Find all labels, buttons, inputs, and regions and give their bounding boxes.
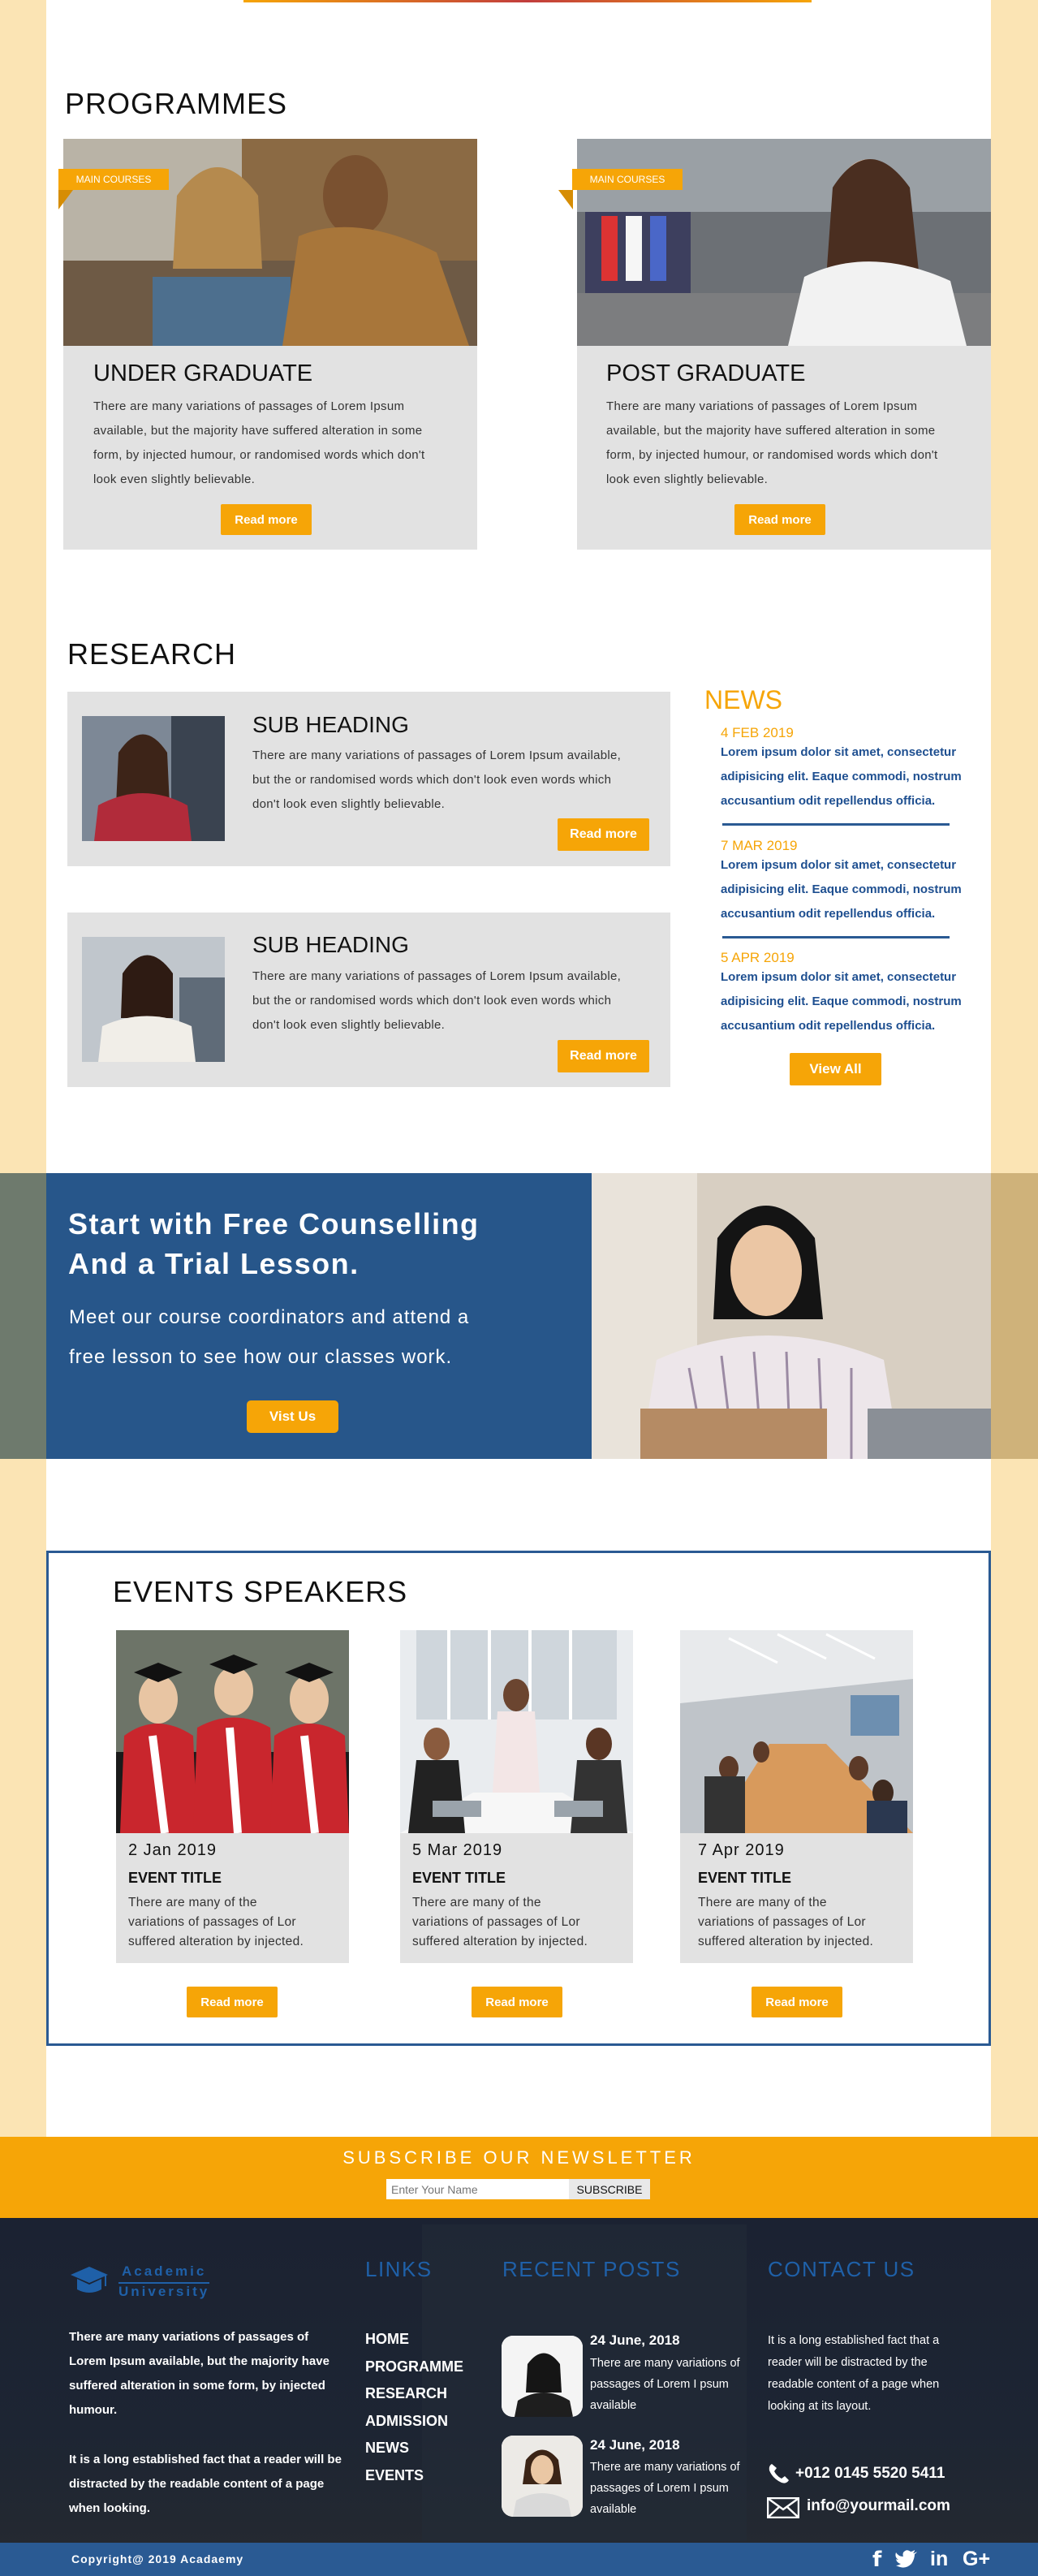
twitter-icon[interactable] [895,2549,918,2569]
event-photo-graduates [116,1630,349,1833]
news-text-3[interactable]: Lorem ipsum dolor sit amet, consectetur … [721,965,964,1038]
recent-posts-title: RECENT POSTS [502,2257,681,2281]
contact-text: It is a long established fact that a rea… [768,2334,940,2413]
footer-link-news[interactable]: NEWS [365,2440,409,2457]
event-text-3b: variations of passages of Lor [698,1915,866,1929]
view-all-button[interactable]: View All [790,1053,881,1085]
footer-about-2: It is a long established fact that a rea… [69,2453,342,2515]
news-text-1[interactable]: Lorem ipsum dolor sit amet, consectetur … [721,740,964,813]
counselling-text-line1: Meet our course coordinators and attend … [69,1306,470,1328]
recent-post-text-2: There are many variations of passages of… [590,2461,740,2516]
news-divider [722,936,950,938]
event-read-more-button-1[interactable]: Read more [187,1987,278,2017]
subscribe-button[interactable]: SUBSCRIBE [569,2179,650,2199]
under-graduate-read-more-button[interactable]: Read more [221,504,312,535]
counselling-photo [592,1173,991,1459]
news-date-1: 4 FEB 2019 [721,725,794,740]
under-graduate-title: UNDER GRADUATE [93,360,313,386]
research-read-more-button-2[interactable]: Read more [558,1040,649,1072]
news-date-2: 7 MAR 2019 [721,838,798,853]
programmes-title: PROGRAMMES [65,87,288,120]
recent-post-photo-2[interactable] [502,2436,583,2517]
event-date-3: 7 Apr 2019 [698,1841,785,1859]
research-sub-heading-1: SUB HEADING [252,712,409,737]
news-date-3: 5 APR 2019 [721,950,795,965]
recent-post-date-2: 24 June, 2018 [590,2437,680,2453]
contact-phone[interactable]: +012 0145 5520 5411 [795,2465,945,2483]
google-plus-icon[interactable]: G+ [963,2548,990,2571]
research-text-2: There are many variations of passages of… [252,969,622,1032]
footer-link-admission[interactable]: ADMISSION [365,2413,448,2430]
research-photo-1 [82,716,225,841]
event-text-2c: suffered alteration by injected. [412,1935,588,1948]
research-read-more-button-1[interactable]: Read more [558,818,649,851]
newsletter-title: SUBSCRIBE OUR NEWSLETTER [342,2147,696,2168]
email-icon [766,2496,800,2519]
recent-post-text-1: There are many variations of passages of… [590,2357,740,2412]
counselling-heading-line2: And a Trial Lesson. [68,1247,360,1280]
under-graduate-text: There are many variations of passages of… [93,399,425,486]
event-date-2: 5 Mar 2019 [412,1841,503,1859]
event-text-3a: There are many of the [698,1896,827,1909]
research-title: RESEARCH [67,637,237,671]
counselling-text-line2: free lesson to see how our classes work. [69,1346,453,1368]
event-date-1: 2 Jan 2019 [128,1841,217,1859]
event-text-1a: There are many of the [128,1896,257,1909]
links-title: LINKS [365,2257,433,2281]
main-courses-tag: MAIN COURSES [58,169,169,190]
post-graduate-title: POST GRADUATE [606,360,806,386]
event-text-1c: suffered alteration by injected. [128,1935,304,1948]
research-photo-2 [82,937,225,1062]
logo-icon [69,2265,110,2298]
counselling-heading-line1: Start with Free Counselling [68,1207,480,1241]
event-title-3: EVENT TITLE [698,1870,792,1886]
news-text-2[interactable]: Lorem ipsum dolor sit amet, consectetur … [721,853,964,926]
research-sub-heading-2: SUB HEADING [252,932,409,957]
counselling-banner-right-fade [991,1173,1038,1459]
logo-line1: Academic [122,2263,207,2279]
footer-link-home[interactable]: HOME [365,2331,409,2348]
event-text-3c: suffered alteration by injected. [698,1935,874,1948]
event-photo-meeting [400,1630,633,1833]
top-color-strip [243,0,812,2]
event-title-2: EVENT TITLE [412,1870,506,1886]
logo-line2: University [118,2282,210,2299]
event-text-2b: variations of passages of Lor [412,1915,580,1929]
phone-icon [767,2462,791,2485]
linkedin-icon[interactable]: in [930,2548,948,2571]
event-read-more-button-2[interactable]: Read more [472,1987,562,2017]
post-graduate-text: There are many variations of passages of… [606,399,938,486]
footer-link-research[interactable]: RESEARCH [365,2385,447,2402]
event-title-1: EVENT TITLE [128,1870,222,1886]
facebook-icon[interactable]: f [872,2548,881,2572]
post-graduate-read-more-button[interactable]: Read more [734,504,825,535]
tag-fold [58,190,73,209]
recent-post-date-1: 24 June, 2018 [590,2332,680,2348]
tag-fold [558,190,573,209]
copyright-text: Copyright@ 2019 Acadaemy [71,2552,244,2565]
counselling-banner-left-fade [0,1173,46,1459]
event-photo-conference [680,1630,913,1833]
contact-title: CONTACT US [768,2257,915,2281]
recent-post-photo-1[interactable] [502,2336,583,2417]
news-title: NEWS [704,685,782,714]
footer-link-programme[interactable]: PROGRAMME [365,2358,463,2375]
main-courses-tag: MAIN COURSES [572,169,683,190]
contact-email[interactable]: info@yourmail.com [807,2497,950,2515]
visit-us-button[interactable]: Vist Us [247,1400,338,1433]
newsletter-name-input[interactable] [386,2179,569,2199]
footer-link-events[interactable]: EVENTS [365,2467,424,2484]
event-text-2a: There are many of the [412,1896,541,1909]
events-title: EVENTS SPEAKERS [113,1575,408,1608]
event-read-more-button-3[interactable]: Read more [752,1987,842,2017]
research-text-1: There are many variations of passages of… [252,749,622,811]
event-text-1b: variations of passages of Lor [128,1915,296,1929]
news-divider [722,823,950,826]
footer-about-1: There are many variations of passages of… [69,2330,329,2417]
